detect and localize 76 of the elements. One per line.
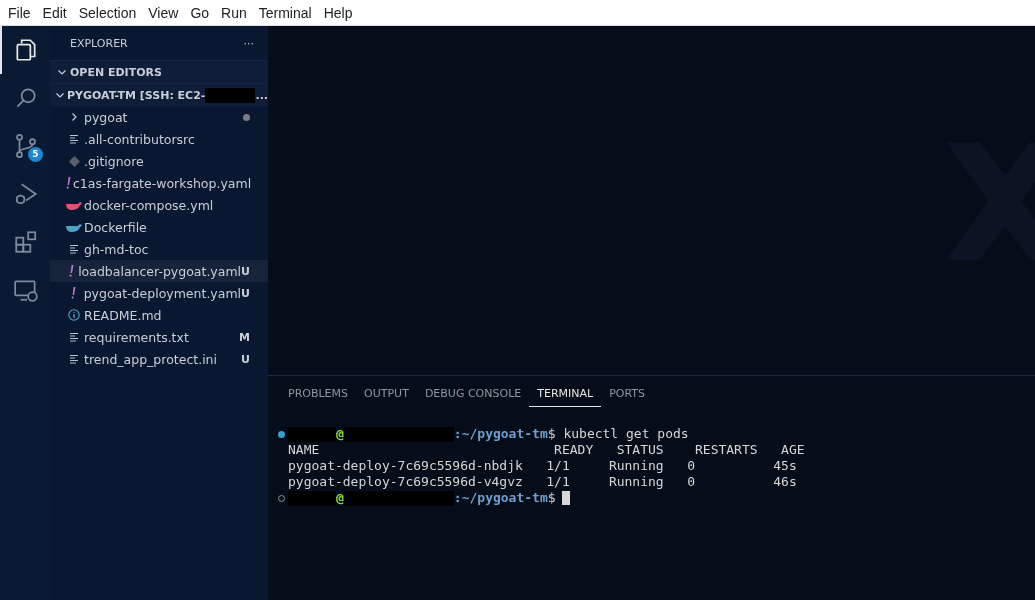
chevron-icon xyxy=(69,112,79,122)
lines-icon xyxy=(69,244,79,254)
file-tree-item[interactable]: trend_app_protect.ini U xyxy=(50,348,268,370)
whale-icon xyxy=(66,222,82,232)
terminal-output: pygoat-deploy-7c69c5596d-v4gvz 1/1 Running 0 46s xyxy=(288,474,797,490)
file-name: requirements.txt xyxy=(84,329,190,345)
file-tree-item[interactable]: Dockerfile xyxy=(50,216,268,238)
git-status: U xyxy=(241,352,250,366)
menu-item[interactable]: Go xyxy=(184,4,216,21)
lines-icon xyxy=(69,134,79,144)
info-icon xyxy=(68,309,80,321)
run-debug-icon xyxy=(13,181,39,207)
exclamation-icon xyxy=(66,177,71,189)
file-name: gh-md-toc xyxy=(84,241,150,257)
file-tree-item[interactable]: pygoat-deployment.yamlU xyxy=(50,282,268,304)
panel-tab[interactable]: OUTPUT xyxy=(356,381,417,407)
git-status: M xyxy=(239,330,250,344)
source-control-icon xyxy=(13,133,39,159)
redaction-block xyxy=(288,426,336,442)
terminal-path: :~/pygoat-tm xyxy=(453,426,548,442)
terminal-path: :~/pygoat-tm xyxy=(453,490,548,506)
file-tree-item[interactable]: docker-compose.yml xyxy=(50,194,268,216)
menu-item[interactable]: File xyxy=(2,4,37,21)
panel-tab[interactable]: PROBLEMS xyxy=(280,381,357,407)
remote-explorer-icon xyxy=(13,277,39,303)
redaction-block xyxy=(288,490,336,506)
count-badge: 5 xyxy=(28,147,43,162)
file-name: docker-compose.yml xyxy=(84,197,215,213)
exclamation-icon xyxy=(71,287,77,299)
exclamation-icon xyxy=(68,265,74,277)
menu-item[interactable]: Selection xyxy=(72,4,143,21)
file-name: Dockerfile xyxy=(84,219,148,235)
file-name: .gitignore xyxy=(84,153,145,169)
panel-tab[interactable]: DEBUG CONSOLE xyxy=(416,381,530,407)
file-tree-item[interactable]: README.md xyxy=(50,304,268,326)
file-name: c1as-fargate-workshop.yaml xyxy=(73,175,252,191)
file-tree-item[interactable]: .gitignore xyxy=(50,150,268,172)
file-name: trend_app_protect.ini xyxy=(84,351,218,367)
terminal-text: @ xyxy=(336,426,344,442)
file-tree-item[interactable]: gh-md-toc xyxy=(50,238,268,260)
file-name: loadbalancer-pygoat.yaml xyxy=(78,263,242,279)
sidebar-title: EXPLORER xyxy=(70,36,128,50)
file-tree-item[interactable]: loadbalancer-pygoat.yamlU xyxy=(50,260,268,282)
more-actions-button[interactable]: ··· xyxy=(243,36,254,50)
activity-bar-button[interactable]: 5 xyxy=(0,122,50,170)
git-status: U xyxy=(241,286,250,300)
terminal-output: NAME READY STATUS RESTARTS AGE xyxy=(288,442,805,458)
file-name: pygoat xyxy=(84,109,129,125)
file-tree-item[interactable]: .all-contributorsrc xyxy=(50,128,268,150)
menu-item[interactable]: Help xyxy=(317,4,359,21)
terminal-text: $ xyxy=(547,490,556,506)
whale-icon xyxy=(66,200,82,210)
terminal-command: kubectl get pods xyxy=(562,426,689,442)
menu-item[interactable]: Edit xyxy=(36,4,73,21)
file-name: .all-contributorsrc xyxy=(84,131,196,147)
file-name: README.md xyxy=(84,307,163,323)
terminal-text: $ xyxy=(547,426,556,442)
extensions-icon xyxy=(13,229,39,255)
diamond-icon xyxy=(68,155,80,167)
files-icon xyxy=(13,37,39,63)
menu-item[interactable]: Terminal xyxy=(252,4,318,21)
terminal-output: pygoat-deploy-7c69c5596d-nbdjk 1/1 Running 0 45s xyxy=(288,458,797,474)
panel-tab[interactable]: TERMINAL xyxy=(529,381,602,407)
terminal-text: @ xyxy=(336,490,344,506)
file-tree-item[interactable]: c1as-fargate-workshop.yaml xyxy=(50,172,268,194)
lines-icon xyxy=(69,354,79,364)
git-status: U xyxy=(241,264,250,278)
menu-item[interactable]: Run xyxy=(215,4,253,21)
file-name: pygoat-deployment.yaml xyxy=(83,285,242,301)
section-header[interactable]: PYGOAT-TM [SSH: EC2- xyxy=(66,88,206,102)
menu-item[interactable]: View xyxy=(142,4,185,21)
file-tree-item[interactable]: pygoat xyxy=(50,106,268,128)
lines-icon xyxy=(69,332,79,342)
file-tree-item[interactable]: requirements.txt M xyxy=(50,326,268,348)
panel-tab[interactable]: PORTS xyxy=(601,381,653,407)
ellipsis-text: ... xyxy=(255,88,268,102)
